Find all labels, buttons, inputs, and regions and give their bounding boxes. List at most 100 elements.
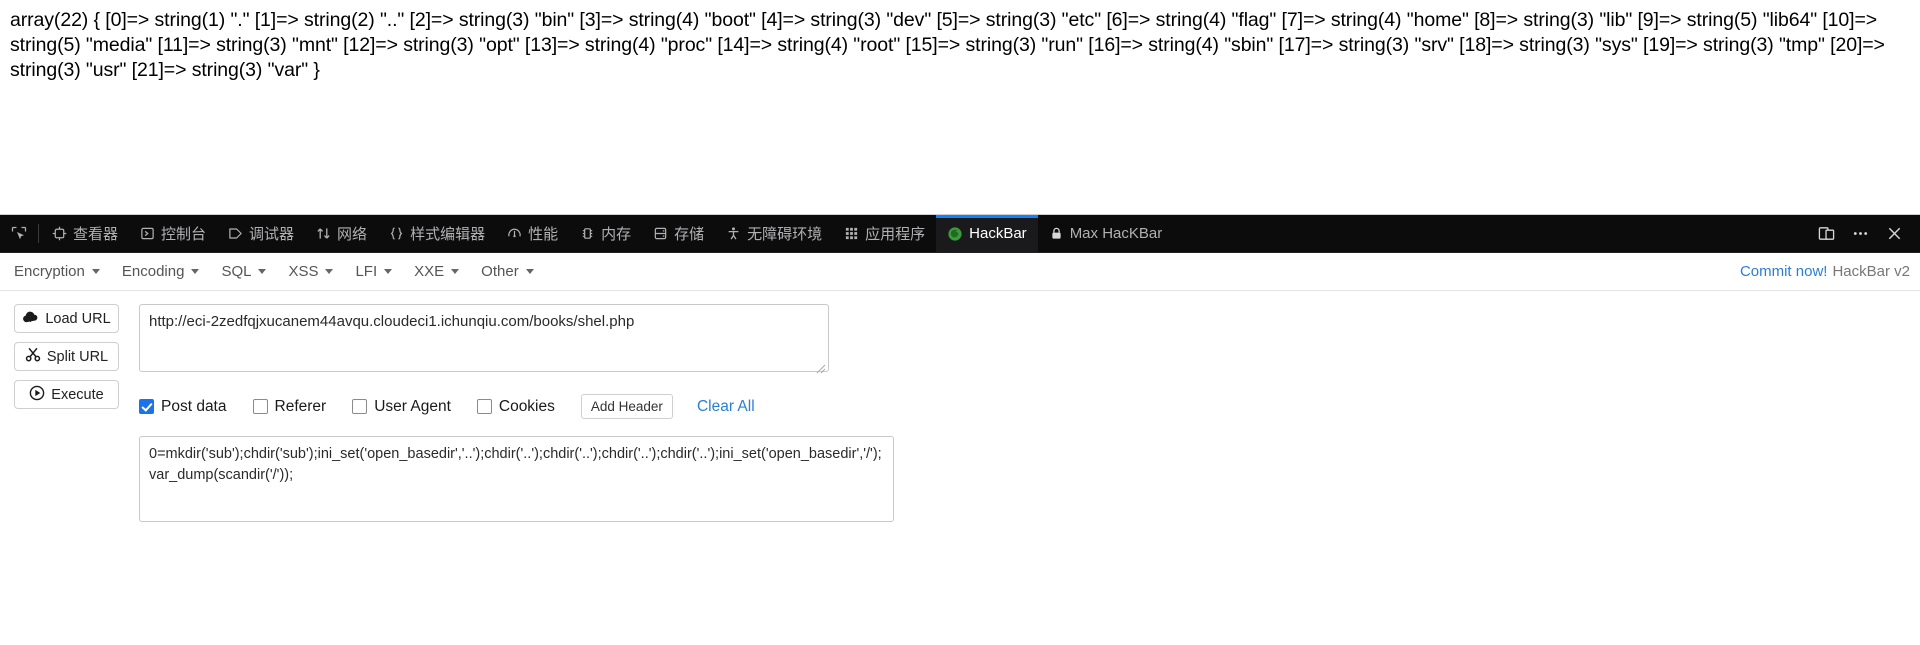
menu-label: Other [481, 263, 519, 280]
more-options-icon[interactable] [1844, 215, 1876, 253]
devtools-toolbar-actions [1810, 215, 1920, 252]
style-editor-icon [389, 226, 404, 241]
option-cookies[interactable]: Cookies [476, 397, 555, 416]
tab-label: 存储 [674, 226, 705, 243]
menu-xss[interactable]: XSS [288, 259, 343, 284]
tab-label: 网络 [337, 226, 368, 243]
debugger-icon [228, 226, 243, 241]
chevron-down-icon [325, 269, 334, 274]
tab-max-hackbar[interactable]: Max HacKBar [1038, 215, 1174, 252]
button-label: Execute [51, 386, 104, 403]
devtools-toolbar: 查看器 控制台 调试器 网络 样式编辑器 性能 内存 存储 无障碍环境 应用程序… [0, 215, 1920, 253]
hackbar-action-buttons: Load URL Split URL Execute [14, 304, 119, 527]
menu-label: LFI [355, 263, 378, 280]
menu-label: XSS [288, 263, 319, 280]
menu-lfi[interactable]: LFI [355, 259, 402, 284]
load-url-button[interactable]: Load URL [14, 304, 119, 333]
chevron-down-icon [258, 269, 267, 274]
console-icon [140, 226, 155, 241]
tab-label: Max HacKBar [1069, 225, 1163, 242]
chevron-down-icon [191, 269, 200, 274]
tab-label: HackBar [969, 225, 1027, 242]
hackbar-version-label: HackBar v2 [1832, 263, 1910, 280]
tab-performance[interactable]: 性能 [496, 215, 569, 252]
menu-label: Encoding [121, 263, 185, 280]
lock-icon [1049, 226, 1064, 241]
tab-storage[interactable]: 存储 [642, 215, 715, 252]
chevron-down-icon [451, 269, 460, 274]
url-input[interactable] [139, 304, 829, 372]
tab-label: 应用程序 [865, 226, 926, 243]
toolbar-divider [38, 224, 39, 243]
devtools-panel: 查看器 控制台 调试器 网络 样式编辑器 性能 内存 存储 无障碍环境 应用程序… [0, 214, 1920, 645]
url-field-wrapper [139, 304, 829, 377]
tab-style-editor[interactable]: 样式编辑器 [378, 215, 496, 252]
menu-encryption[interactable]: Encryption [14, 259, 110, 284]
tab-network[interactable]: 网络 [305, 215, 378, 252]
tab-label: 无障碍环境 [747, 226, 823, 243]
accessibility-icon [726, 226, 741, 241]
devtools-tab-list: 查看器 控制台 调试器 网络 样式编辑器 性能 内存 存储 无障碍环境 应用程序… [41, 215, 1810, 252]
inspector-icon [52, 226, 67, 241]
menu-xxe[interactable]: XXE [414, 259, 469, 284]
application-icon [844, 226, 859, 241]
tab-application[interactable]: 应用程序 [833, 215, 936, 252]
post-data-input[interactable] [139, 436, 894, 522]
storage-icon [653, 226, 668, 241]
tab-console[interactable]: 控制台 [129, 215, 217, 252]
tab-label: 调试器 [249, 226, 295, 243]
chevron-down-icon [384, 269, 393, 274]
scissors-icon [25, 347, 41, 366]
tab-label: 内存 [601, 226, 632, 243]
firefox-icon [947, 226, 963, 242]
tab-memory[interactable]: 内存 [569, 215, 642, 252]
tab-inspector[interactable]: 查看器 [41, 215, 129, 252]
element-picker-icon [11, 226, 27, 239]
split-url-button[interactable]: Split URL [14, 342, 119, 371]
button-label: Load URL [45, 310, 111, 327]
user-agent-checkbox[interactable] [352, 399, 368, 414]
option-label: Post data [161, 397, 227, 415]
menu-encoding[interactable]: Encoding [122, 259, 210, 284]
clear-all-link[interactable]: Clear All [697, 398, 755, 416]
option-user-agent[interactable]: User Agent [352, 398, 451, 416]
tab-label: 控制台 [161, 226, 207, 243]
play-circle-icon [29, 385, 45, 405]
add-header-button[interactable]: Add Header [580, 394, 673, 419]
tab-accessibility[interactable]: 无障碍环境 [715, 215, 833, 252]
option-label: Cookies [498, 397, 555, 415]
chevron-down-icon [91, 269, 100, 274]
commit-now-link[interactable]: Commit now! [1740, 263, 1828, 280]
php-var-dump-output: array(22) { [0]=> string(1) "." [1]=> st… [0, 0, 1920, 210]
performance-icon [507, 226, 522, 241]
hackbar-body: Load URL Split URL Execute http://eci-2z… [0, 291, 1920, 527]
menu-label: XXE [414, 263, 445, 280]
execute-button[interactable]: Execute [14, 380, 119, 409]
hackbar-fields: Post data Referer User Agent Cookies A [119, 304, 1920, 527]
cloud-download-icon [22, 310, 39, 328]
option-referer[interactable]: Referer [252, 397, 327, 416]
network-icon [316, 226, 331, 241]
option-label: Referer [274, 397, 327, 415]
tab-hackbar[interactable]: HackBar [936, 215, 1038, 252]
tab-label: 性能 [528, 226, 559, 243]
hackbar-panel: Encryption Encoding SQL XSS LFI XXE Othe… [0, 253, 1920, 527]
post-data-checkbox[interactable] [139, 399, 154, 414]
menu-sql[interactable]: SQL [221, 259, 276, 284]
hackbar-version-area: Commit now! HackBar v2 [1740, 263, 1910, 280]
hackbar-options-row: Post data Referer User Agent Cookies Add… [139, 394, 1920, 419]
option-post-data[interactable]: Post data [139, 398, 227, 416]
responsive-design-mode-icon[interactable] [1810, 215, 1842, 253]
tab-label: 样式编辑器 [410, 226, 486, 243]
hackbar-menubar: Encryption Encoding SQL XSS LFI XXE Othe… [0, 253, 1920, 291]
menu-other[interactable]: Other [481, 259, 544, 284]
element-picker-button[interactable] [0, 215, 38, 252]
memory-icon [580, 226, 595, 241]
referer-checkbox[interactable] [252, 399, 268, 414]
chevron-down-icon [525, 269, 534, 274]
tab-debugger[interactable]: 调试器 [217, 215, 305, 252]
close-icon[interactable] [1878, 215, 1910, 253]
cookies-checkbox[interactable] [476, 399, 492, 414]
menu-label: Encryption [14, 263, 85, 280]
option-label: User Agent [374, 397, 451, 415]
